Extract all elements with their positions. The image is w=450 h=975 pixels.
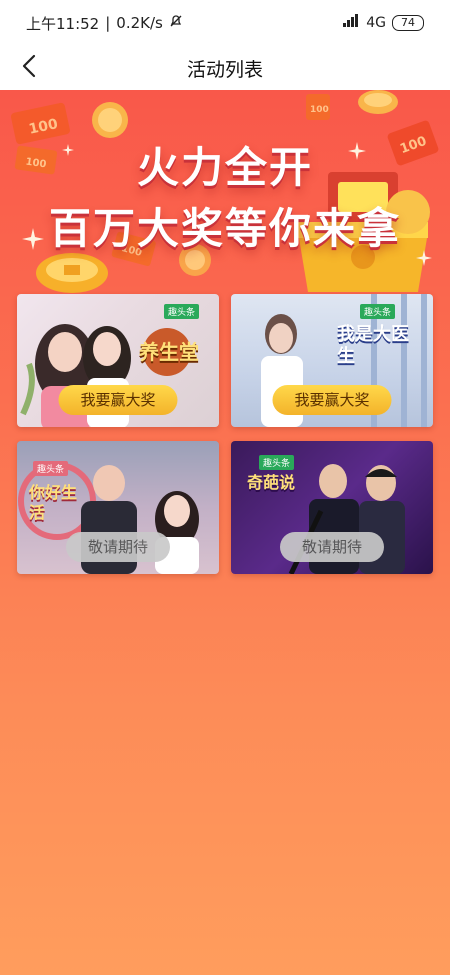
activity-list-page: 100 100 100 100 100 火力全开 百万大奖等你来拿 趣头条 养生… [0, 90, 450, 975]
logo-text: 趣头条 [37, 465, 65, 475]
logo-text: 趣头条 [363, 308, 391, 318]
chevron-left-icon [20, 54, 40, 82]
hero-headline: 火力全开 [136, 143, 313, 192]
status-speed: 0.2K/s [116, 14, 163, 32]
signal-icon [342, 14, 360, 32]
money-bill-icon: 100 [306, 94, 330, 120]
win-prize-button[interactable]: 我要赢大奖 [58, 385, 178, 415]
svg-text:100: 100 [310, 105, 329, 115]
hero-banner: 100 100 100 100 100 火力全开 百万大奖等你来拿 [0, 90, 450, 295]
win-prize-button[interactable]: 我要赢大奖 [272, 385, 392, 415]
battery-icon: 74 [392, 15, 424, 31]
battery-level: 74 [401, 16, 415, 29]
coming-soon-button[interactable]: 敬请期待 [65, 532, 171, 562]
status-right: 4G 74 [342, 14, 424, 32]
nav-bar: 活动列表 [0, 46, 450, 90]
activity-card-doctor[interactable]: 趣头条 我是大医生 我要赢大奖 [231, 294, 433, 427]
hero-subheadline: 百万大奖等你来拿 [48, 204, 401, 253]
show-title: 养生堂 [139, 340, 199, 364]
coming-soon-button[interactable]: 敬请期待 [279, 532, 385, 562]
show-title: 你好生活 [29, 483, 78, 522]
activity-card-hello-life[interactable]: 趣头条 你好生活 敬请期待 [17, 441, 219, 574]
mute-bell-icon [169, 14, 183, 32]
status-bar: 上午11:52 | 0.2K/s 4G 74 [0, 0, 450, 46]
activity-card-yangshengtang[interactable]: 趣头条 养生堂 我要赢大奖 [17, 294, 219, 427]
back-button[interactable] [12, 50, 48, 86]
activity-card-qipashuo[interactable]: 趣头条 奇葩说 敬请期待 [231, 441, 433, 574]
status-separator: | [105, 14, 111, 32]
status-time: 上午11:52 [26, 14, 100, 33]
logo-text: 趣头条 [167, 308, 195, 318]
network-label: 4G [366, 15, 386, 31]
page-title: 活动列表 [186, 58, 263, 81]
show-title: 我是大医生 [337, 324, 409, 367]
show-title: 奇葩说 [247, 473, 296, 492]
status-left: 上午11:52 | 0.2K/s [26, 13, 183, 34]
qutoutiao-logo: 趣头条 [259, 455, 295, 470]
qutoutiao-logo: 趣头条 [33, 461, 69, 476]
logo-text: 趣头条 [263, 459, 291, 469]
qutoutiao-logo: 趣头条 [163, 304, 199, 319]
qutoutiao-logo: 趣头条 [359, 304, 395, 319]
